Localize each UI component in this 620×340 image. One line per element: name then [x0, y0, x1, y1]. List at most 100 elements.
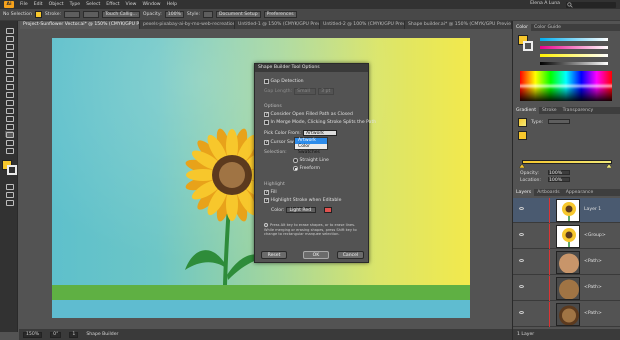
straight-line-radio[interactable]	[293, 158, 298, 163]
visibility-eye-icon[interactable]	[519, 233, 524, 236]
gradient-swatch[interactable]	[518, 118, 527, 127]
magic-wand-tool-icon[interactable]	[5, 43, 14, 50]
eraser-tool-icon[interactable]	[5, 107, 14, 114]
artboard-navigator[interactable]: 1	[69, 331, 79, 338]
brush-dropdown[interactable]: Touch Callig...	[102, 11, 140, 18]
menu-file[interactable]: File	[20, 2, 28, 7]
menu-window[interactable]: Window	[142, 2, 160, 7]
fill-row[interactable]: Fill	[264, 190, 277, 195]
merge-mode-row[interactable]: In Merge Mode, Clicking Stroke Splits th…	[264, 120, 376, 125]
pick-color-dropdown[interactable]: Artwork	[302, 130, 337, 136]
visibility-eye-icon[interactable]	[519, 259, 524, 262]
opacity-field[interactable]: 100%	[164, 11, 184, 18]
freeform-row[interactable]: Freeform	[293, 166, 320, 171]
gap-length-dropdown[interactable]: Small	[294, 88, 317, 95]
magenta-slider[interactable]	[540, 46, 608, 49]
gradient-type-dropdown[interactable]	[548, 119, 570, 124]
gradient-fill-swatch[interactable]	[518, 131, 527, 140]
gradient-stop-right-icon[interactable]	[606, 164, 612, 168]
tab-layers[interactable]: Layers	[513, 189, 535, 196]
gap-detection-checkbox[interactable]	[264, 79, 269, 84]
layer-row[interactable]: <Path>	[513, 302, 620, 327]
tab-untitled-1[interactable]: Untitled-1 @ 150% (CMYK/GPU Preview)	[235, 21, 320, 29]
paintbrush-tool-icon[interactable]	[5, 91, 14, 98]
tab-shape-builder[interactable]: Shape builder.ai* @ 150% (CMYK/GPU Previ…	[405, 21, 512, 29]
menu-object[interactable]: Object	[49, 2, 64, 7]
width-tool-icon[interactable]	[5, 123, 14, 130]
direct-selection-tool-icon[interactable]	[5, 35, 14, 42]
visibility-eye-icon[interactable]	[519, 285, 524, 288]
style-dropdown[interactable]	[203, 11, 213, 18]
layer-row[interactable]: Layer 1	[513, 198, 620, 223]
layer-name[interactable]: <Path>	[584, 259, 602, 264]
freeform-radio[interactable]	[293, 166, 298, 171]
pen-tool-icon[interactable]	[5, 51, 14, 58]
layer-name[interactable]: <Group>	[584, 233, 606, 238]
shape-builder-tool-icon[interactable]	[5, 131, 14, 138]
tab-stroke[interactable]: Stroke	[539, 107, 560, 114]
gradient-slider[interactable]	[522, 160, 612, 164]
tab-untitled-2[interactable]: Untitled-2 @ 100% (CMYK/GPU Preview)	[320, 21, 405, 29]
draw-mode-icon[interactable]	[5, 183, 14, 190]
eyedropper-tool-icon[interactable]	[5, 139, 14, 146]
menu-effect[interactable]: Effect	[106, 2, 119, 7]
visibility-eye-icon[interactable]	[519, 311, 524, 314]
workspace-user[interactable]: Elena A Luna	[530, 1, 560, 6]
panel-stroke-swatch[interactable]	[523, 41, 533, 51]
layer-row[interactable]: <Group>	[513, 224, 620, 249]
gradient-location-field[interactable]: 100%	[548, 177, 570, 183]
consider-open-filled-checkbox[interactable]	[264, 112, 269, 117]
gap-detection-row[interactable]: Gap Detection	[264, 79, 304, 84]
curvature-tool-icon[interactable]	[5, 59, 14, 66]
rotate-field[interactable]: 0°	[50, 331, 62, 338]
selection-tool-icon[interactable]	[5, 27, 14, 34]
rectangle-tool-icon[interactable]	[5, 83, 14, 90]
ok-button[interactable]: OK	[303, 251, 329, 259]
tab-sunflower[interactable]: Project-Sunflower Vector.ai* @ 150% (CMY…	[20, 21, 140, 29]
menu-view[interactable]: View	[126, 2, 137, 7]
gradient-stop-left-icon[interactable]	[519, 164, 525, 168]
tab-transparency[interactable]: Transparency	[560, 107, 597, 114]
tab-recreation[interactable]: pexels-pixabay-ai-by-mo-web-recreation.a…	[140, 21, 235, 29]
menu-help[interactable]: Help	[167, 2, 177, 7]
search-field[interactable]	[566, 1, 616, 8]
highlight-stroke-row[interactable]: Highlight Stroke when Editable	[264, 198, 341, 203]
tab-color-guide[interactable]: Color Guide	[531, 24, 564, 31]
tab-gradient[interactable]: Gradient	[513, 107, 539, 114]
pick-color-option-swatches[interactable]: Color Swatches	[295, 144, 327, 155]
color-spectrum[interactable]	[520, 71, 612, 101]
preferences-button[interactable]: Preferences	[263, 11, 297, 18]
shaper-tool-icon[interactable]	[5, 99, 14, 106]
straight-line-row[interactable]: Straight Line	[293, 158, 329, 163]
layer-name[interactable]: <Path>	[584, 311, 602, 316]
consider-open-filled-row[interactable]: Consider Open Filled Path as Closed	[264, 112, 353, 117]
gap-length-field[interactable]: 3 pt	[318, 88, 335, 95]
zoom-field[interactable]: 150%	[23, 331, 43, 338]
cancel-button[interactable]: Cancel	[337, 251, 364, 259]
visibility-eye-icon[interactable]	[519, 207, 524, 210]
highlight-stroke-checkbox[interactable]	[264, 198, 269, 203]
document-setup-button[interactable]: Document Setup	[216, 11, 261, 18]
fill-swatch[interactable]	[34, 11, 42, 18]
tab-appearance[interactable]: Appearance	[563, 189, 597, 196]
highlight-color-swatch[interactable]	[324, 207, 333, 213]
layer-row[interactable]: <Path>	[513, 250, 620, 275]
hand-tool-icon[interactable]	[5, 147, 14, 154]
cyan-slider[interactable]	[540, 38, 608, 41]
yellow-slider[interactable]	[540, 54, 608, 57]
edit-toolbar-icon[interactable]	[5, 199, 14, 206]
menu-type[interactable]: Type	[70, 2, 81, 7]
screen-mode-icon[interactable]	[5, 191, 14, 198]
stroke-color-box[interactable]	[7, 165, 17, 175]
cursor-swatch-checkbox[interactable]	[264, 140, 269, 145]
reset-button[interactable]: Reset	[261, 251, 287, 259]
rotate-tool-icon[interactable]	[5, 115, 14, 122]
tab-color[interactable]: Color	[513, 24, 531, 31]
stroke-weight-field[interactable]	[64, 11, 81, 18]
layer-name[interactable]: Layer 1	[584, 207, 601, 212]
type-tool-icon[interactable]	[5, 67, 14, 74]
line-tool-icon[interactable]	[5, 75, 14, 82]
variable-width-dropdown[interactable]	[83, 11, 100, 18]
gradient-opacity-field[interactable]: 100%	[548, 170, 570, 176]
fill-checkbox[interactable]	[264, 190, 269, 195]
